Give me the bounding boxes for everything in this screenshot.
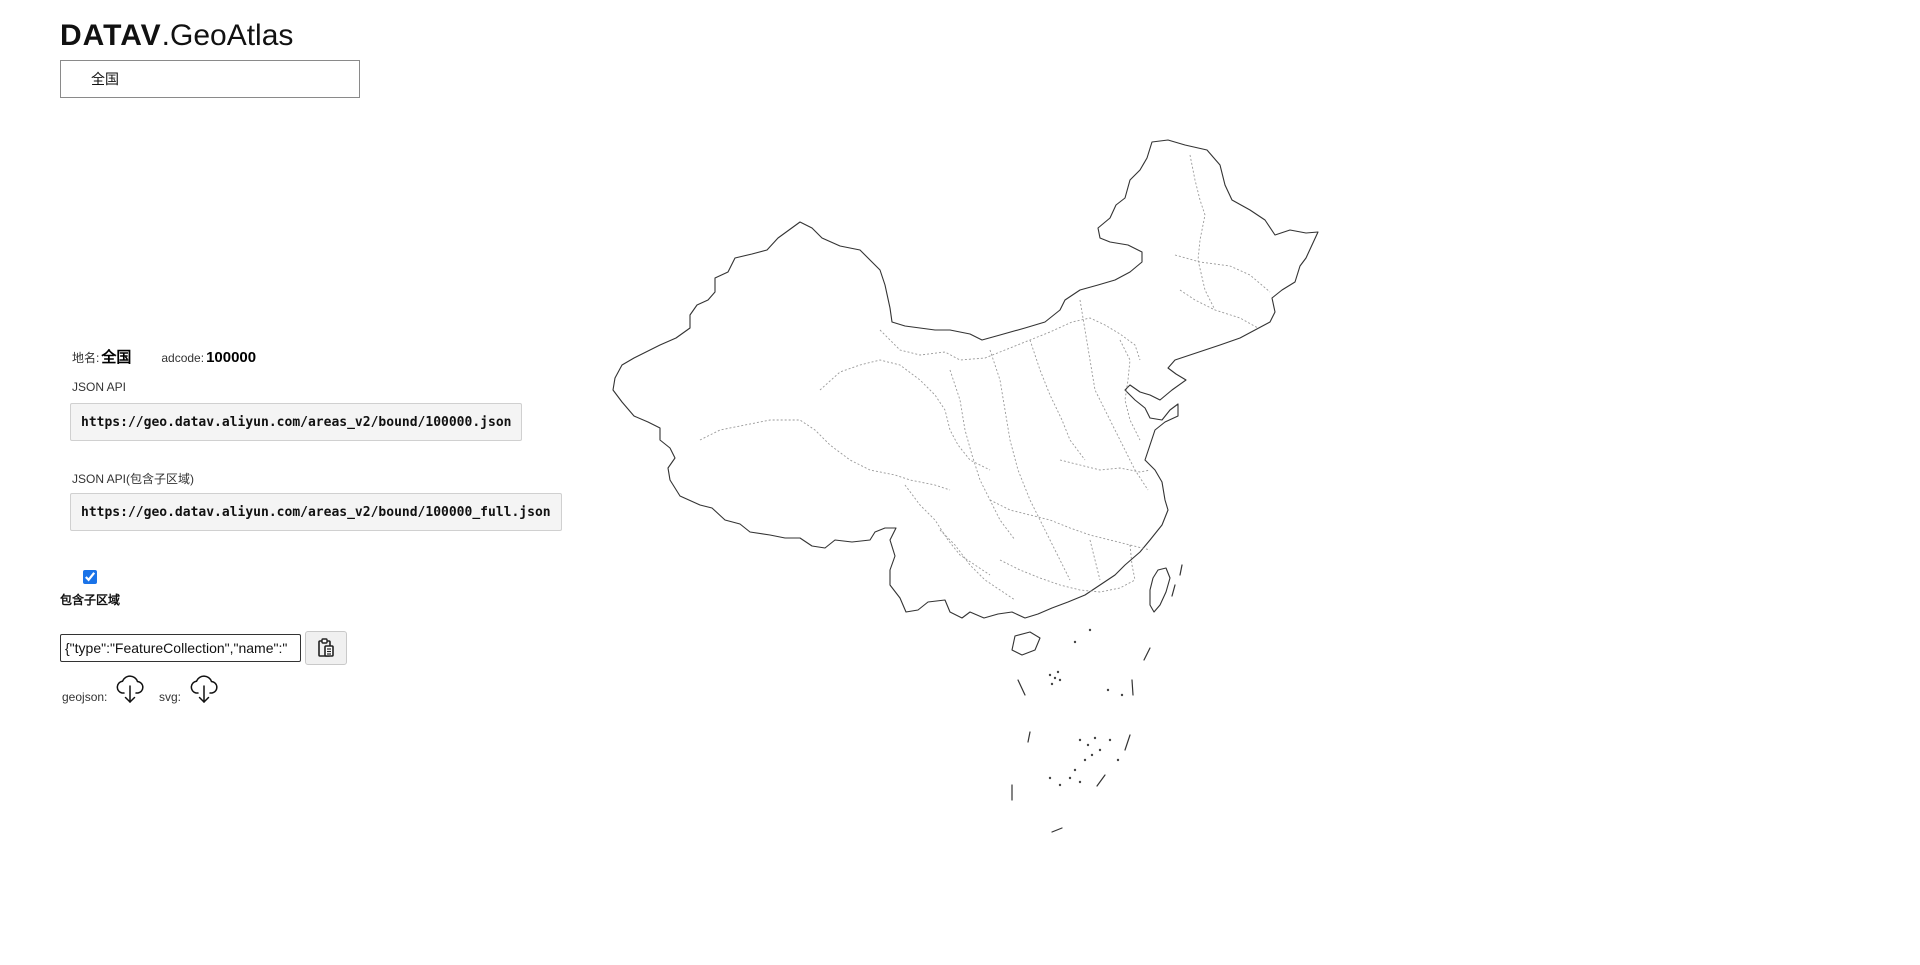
geojson-download-label: geojson: bbox=[62, 690, 108, 704]
mainland-outline bbox=[612, 139, 1319, 619]
json-api-label: JSON API bbox=[72, 380, 127, 394]
include-subregions-label: 包含子区域 bbox=[60, 593, 121, 607]
name-value: 全国 bbox=[101, 349, 132, 366]
hainan-outline bbox=[1011, 631, 1041, 656]
region-info: 地名: 全国 adcode: 100000 bbox=[72, 346, 256, 367]
adcode-label: adcode: bbox=[161, 351, 205, 365]
include-subregions-checkbox-wrap bbox=[83, 570, 97, 584]
svg-download-label: svg: bbox=[159, 690, 182, 704]
json-api-url[interactable]: https://geo.datav.aliyun.com/areas_v2/bo… bbox=[70, 403, 522, 441]
json-api-full-url[interactable]: https://geo.datav.aliyun.com/areas_v2/bo… bbox=[70, 493, 562, 531]
logo-bold: DATAV bbox=[60, 19, 162, 52]
name-label: 地名: bbox=[72, 351, 100, 365]
region-select-value: 全国 bbox=[91, 71, 119, 87]
adcode-value: 100000 bbox=[206, 349, 257, 366]
include-subregions-checkbox[interactable] bbox=[83, 570, 97, 584]
logo-light: .GeoAtlas bbox=[161, 19, 294, 52]
clipboard-icon bbox=[318, 638, 334, 657]
geojson-output-field[interactable]: {"type":"FeatureCollection","name":" bbox=[60, 634, 301, 662]
page: DATAV .GeoAtlas 全国 地名: 全国 adcode: 100000 … bbox=[0, 0, 1920, 965]
json-api-full-label: JSON API(包含子区域) bbox=[72, 472, 195, 486]
map-canvas[interactable] bbox=[600, 130, 1340, 850]
copy-button[interactable] bbox=[305, 631, 347, 665]
taiwan-outline bbox=[1149, 567, 1171, 613]
cloud-download-icon[interactable] bbox=[189, 674, 219, 704]
logo: DATAV .GeoAtlas bbox=[60, 18, 293, 54]
region-select[interactable]: 全国 bbox=[60, 60, 360, 98]
cloud-download-icon[interactable] bbox=[115, 674, 145, 704]
